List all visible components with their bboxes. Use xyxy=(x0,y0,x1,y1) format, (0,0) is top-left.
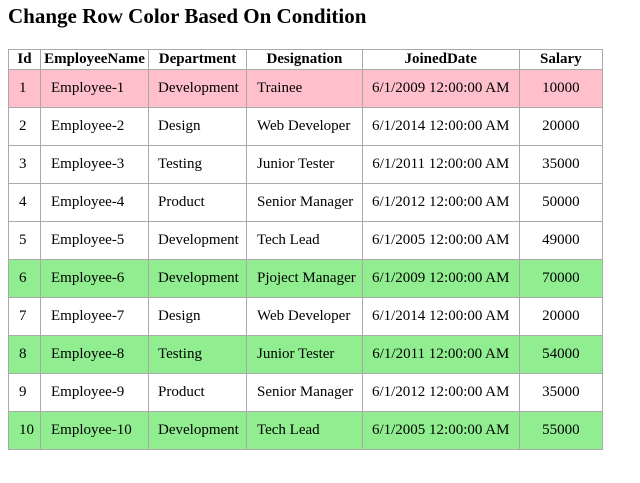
header-id: Id xyxy=(8,49,41,70)
header-employee-name: EmployeeName xyxy=(40,49,149,70)
cell-designation: Junior Tester xyxy=(246,145,363,184)
cell-joined-date: 6/1/2014 12:00:00 AM xyxy=(361,297,520,336)
cell-id: 3 xyxy=(8,145,41,184)
table-row: 3 Employee-3 Testing Junior Tester 6/1/2… xyxy=(8,145,604,184)
table-row: 10 Employee-10 Development Tech Lead 6/1… xyxy=(8,411,604,450)
cell-designation: Junior Tester xyxy=(246,335,363,374)
cell-department: Testing xyxy=(148,145,247,184)
cell-id: 10 xyxy=(8,411,41,450)
cell-department: Development xyxy=(148,259,247,298)
cell-id: 2 xyxy=(8,107,41,146)
cell-employee-name: Employee-2 xyxy=(40,107,149,146)
cell-id: 5 xyxy=(8,221,41,260)
cell-id: 6 xyxy=(8,259,41,298)
cell-employee-name: Employee-4 xyxy=(40,183,149,222)
cell-id: 9 xyxy=(8,373,41,412)
table-row: 1 Employee-1 Development Trainee 6/1/200… xyxy=(8,69,604,108)
table-row: 6 Employee-6 Development Pjoject Manager… xyxy=(8,259,604,298)
cell-id: 7 xyxy=(8,297,41,336)
table-row: 7 Employee-7 Design Web Developer 6/1/20… xyxy=(8,297,604,336)
cell-salary: 50000 xyxy=(518,183,604,222)
cell-joined-date: 6/1/2009 12:00:00 AM xyxy=(361,259,520,298)
cell-department: Testing xyxy=(148,335,247,374)
cell-salary: 20000 xyxy=(518,107,604,146)
cell-salary: 55000 xyxy=(518,411,604,450)
cell-joined-date: 6/1/2012 12:00:00 AM xyxy=(361,183,520,222)
cell-joined-date: 6/1/2005 12:00:00 AM xyxy=(361,221,520,260)
cell-employee-name: Employee-3 xyxy=(40,145,149,184)
cell-designation: Web Developer xyxy=(246,107,363,146)
cell-department: Development xyxy=(148,69,247,108)
cell-employee-name: Employee-1 xyxy=(40,69,149,108)
cell-designation: Tech Lead xyxy=(246,411,363,450)
cell-salary: 20000 xyxy=(518,297,604,336)
cell-employee-name: Employee-7 xyxy=(40,297,149,336)
cell-salary: 54000 xyxy=(518,335,604,374)
cell-designation: Web Developer xyxy=(246,297,363,336)
cell-joined-date: 6/1/2005 12:00:00 AM xyxy=(361,411,520,450)
page-title: Change Row Color Based On Condition xyxy=(8,4,367,28)
cell-department: Development xyxy=(148,221,247,260)
cell-employee-name: Employee-8 xyxy=(40,335,149,374)
cell-designation: Tech Lead xyxy=(246,221,363,260)
cell-joined-date: 6/1/2011 12:00:00 AM xyxy=(361,145,520,184)
cell-department: Product xyxy=(148,373,247,412)
cell-joined-date: 6/1/2012 12:00:00 AM xyxy=(361,373,520,412)
header-department: Department xyxy=(148,49,247,70)
cell-department: Design xyxy=(148,297,247,336)
table-row: 9 Employee-9 Product Senior Manager 6/1/… xyxy=(8,373,604,412)
table-row: 5 Employee-5 Development Tech Lead 6/1/2… xyxy=(8,221,604,260)
employee-table: Id EmployeeName Department Designation J… xyxy=(8,49,604,450)
cell-id: 4 xyxy=(8,183,41,222)
cell-salary: 49000 xyxy=(518,221,604,260)
cell-salary: 10000 xyxy=(518,69,604,108)
cell-designation: Trainee xyxy=(246,69,363,108)
cell-id: 1 xyxy=(8,69,41,108)
cell-joined-date: 6/1/2014 12:00:00 AM xyxy=(361,107,520,146)
cell-salary: 70000 xyxy=(518,259,604,298)
header-salary: Salary xyxy=(518,49,604,70)
header-row: Id EmployeeName Department Designation J… xyxy=(8,49,604,70)
table-header: Id EmployeeName Department Designation J… xyxy=(8,49,604,70)
cell-salary: 35000 xyxy=(518,373,604,412)
cell-department: Design xyxy=(148,107,247,146)
cell-employee-name: Employee-6 xyxy=(40,259,149,298)
cell-designation: Senior Manager xyxy=(246,183,363,222)
cell-employee-name: Employee-10 xyxy=(40,411,149,450)
cell-joined-date: 6/1/2009 12:00:00 AM xyxy=(361,69,520,108)
cell-employee-name: Employee-9 xyxy=(40,373,149,412)
header-designation: Designation xyxy=(246,49,363,70)
cell-department: Development xyxy=(148,411,247,450)
cell-employee-name: Employee-5 xyxy=(40,221,149,260)
cell-designation: Pjoject Manager xyxy=(246,259,363,298)
table-body: 1 Employee-1 Development Trainee 6/1/200… xyxy=(8,69,604,450)
cell-id: 8 xyxy=(8,335,41,374)
table-row: 2 Employee-2 Design Web Developer 6/1/20… xyxy=(8,107,604,146)
cell-salary: 35000 xyxy=(518,145,604,184)
table-row: 8 Employee-8 Testing Junior Tester 6/1/2… xyxy=(8,335,604,374)
cell-joined-date: 6/1/2011 12:00:00 AM xyxy=(361,335,520,374)
table-row: 4 Employee-4 Product Senior Manager 6/1/… xyxy=(8,183,604,222)
cell-designation: Senior Manager xyxy=(246,373,363,412)
cell-department: Product xyxy=(148,183,247,222)
header-joined-date: JoinedDate xyxy=(361,49,520,70)
